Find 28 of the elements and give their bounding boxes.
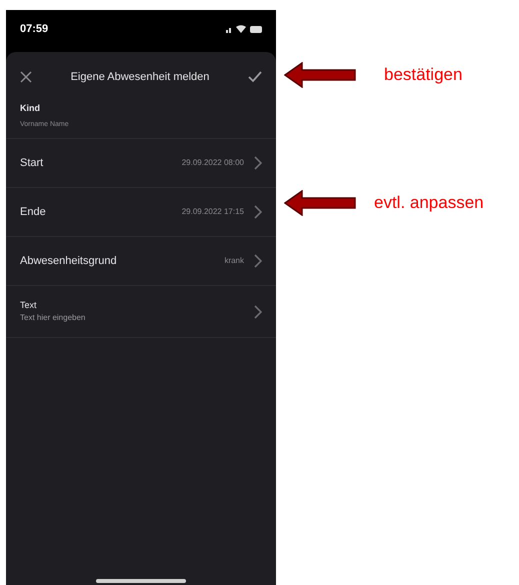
row-label: Ende	[20, 204, 46, 220]
screen-title: Eigene Abwesenheit melden	[70, 70, 210, 85]
close-button[interactable]	[20, 71, 32, 83]
chevron-right-icon	[254, 156, 262, 170]
form-row[interactable]: Start 29.09.2022 08:00	[6, 139, 276, 188]
child-label: Kind	[20, 102, 41, 115]
close-icon	[20, 71, 32, 83]
row-label: Start	[20, 156, 44, 171]
text-label: Text	[20, 298, 38, 312]
arrow-icon	[284, 190, 356, 216]
arrow-icon	[284, 62, 356, 88]
annotation-label: bestätigen	[384, 64, 462, 86]
row-value: 29.09.2022 08:00	[182, 157, 244, 169]
chevron-right-icon	[254, 304, 262, 318]
chevron-right-icon	[254, 254, 262, 268]
confirm-button[interactable]	[248, 71, 262, 83]
status-time: 07:59	[20, 22, 48, 37]
text-input[interactable]: Text hier eingeben	[20, 312, 170, 324]
form-row[interactable]: Abwesenheitsgrund krank	[6, 237, 276, 286]
text-row[interactable]: Text Text hier eingeben	[6, 286, 276, 338]
row-value: krank	[224, 255, 244, 267]
checkmark-icon	[248, 71, 262, 83]
form-row[interactable]: Ende 29.09.2022 17:15	[6, 188, 276, 237]
row-value: 29.09.2022 17:15	[182, 206, 244, 218]
status-icons	[226, 24, 262, 34]
row-label: Abwesenheitsgrund	[20, 254, 117, 269]
annotation-label: evtl. anpassen	[374, 192, 484, 214]
chevron-right-icon	[254, 205, 262, 219]
